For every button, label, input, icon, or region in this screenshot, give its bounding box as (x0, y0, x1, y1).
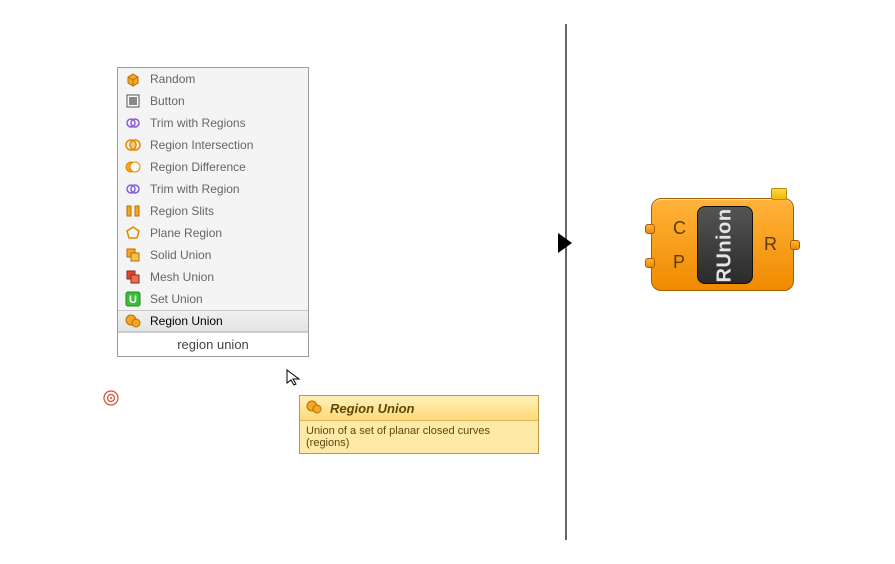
menu-item-region-intersection[interactable]: Region Intersection (118, 134, 308, 156)
two-boxes-orange-icon (124, 246, 142, 264)
menu-item-set-union[interactable]: U Set Union (118, 288, 308, 310)
venn-orange-icon (124, 136, 142, 154)
divider-line (565, 24, 567, 540)
input-grip-c[interactable] (645, 224, 655, 234)
menu-item-label: Solid Union (150, 248, 211, 262)
menu-item-button[interactable]: Button (118, 90, 308, 112)
svg-text:U: U (129, 294, 137, 306)
two-circles-purple-icon (124, 180, 142, 198)
u-green-icon: U (124, 290, 142, 308)
button-square-icon (124, 92, 142, 110)
menu-item-mesh-union[interactable]: Mesh Union (118, 266, 308, 288)
menu-item-region-union[interactable]: Region Union (118, 310, 308, 332)
pentagon-orange-icon (124, 224, 142, 242)
tooltip-header: Region Union (300, 396, 538, 421)
component-name: RUnion (714, 208, 737, 282)
blobs-orange-icon (306, 399, 324, 417)
component-region-union[interactable]: C P R RUnion (651, 198, 794, 291)
input-label-c: C (673, 218, 686, 239)
cursor-icon (286, 369, 304, 387)
brackets-orange-icon (124, 202, 142, 220)
search-text: region union (177, 337, 249, 352)
tooltip-description: Union of a set of planar closed curves (… (300, 421, 538, 453)
two-circles-purple-icon (124, 114, 142, 132)
menu-item-label: Mesh Union (150, 270, 214, 284)
context-menu: Random Button Trim with Regions Region I… (117, 67, 309, 357)
menu-item-region-difference[interactable]: Region Difference (118, 156, 308, 178)
menu-item-label: Set Union (150, 292, 203, 306)
two-boxes-red-icon (124, 268, 142, 286)
menu-item-plane-region[interactable]: Plane Region (118, 222, 308, 244)
menu-item-solid-union[interactable]: Solid Union (118, 244, 308, 266)
menu-item-label: Random (150, 72, 195, 86)
menu-item-label: Region Intersection (150, 138, 253, 152)
box-orange-icon (124, 70, 142, 88)
tooltip: Region Union Union of a set of planar cl… (299, 395, 539, 454)
component-core: RUnion (697, 206, 753, 284)
output-label-r: R (764, 234, 777, 255)
tooltip-title: Region Union (330, 401, 415, 416)
menu-item-trim-region[interactable]: Trim with Region (118, 178, 308, 200)
menu-item-label: Region Union (150, 314, 223, 328)
input-label-p: P (673, 252, 685, 273)
search-input-row[interactable]: region union (118, 332, 308, 356)
menu-item-trim-regions[interactable]: Trim with Regions (118, 112, 308, 134)
menu-item-label: Region Difference (150, 160, 246, 174)
input-grip-p[interactable] (645, 258, 655, 268)
menu-item-label: Button (150, 94, 185, 108)
menu-item-label: Region Slits (150, 204, 214, 218)
two-circles-orange-icon (124, 158, 142, 176)
arrow-right-icon (558, 233, 572, 253)
menu-item-label: Trim with Region (150, 182, 240, 196)
output-grip-r[interactable] (790, 240, 800, 250)
menu-item-region-slits[interactable]: Region Slits (118, 200, 308, 222)
menu-item-random[interactable]: Random (118, 68, 308, 90)
component-flag[interactable] (771, 188, 787, 200)
menu-item-label: Plane Region (150, 226, 222, 240)
menu-item-label: Trim with Regions (150, 116, 246, 130)
blobs-orange-icon (124, 312, 142, 330)
target-icon (102, 389, 120, 407)
